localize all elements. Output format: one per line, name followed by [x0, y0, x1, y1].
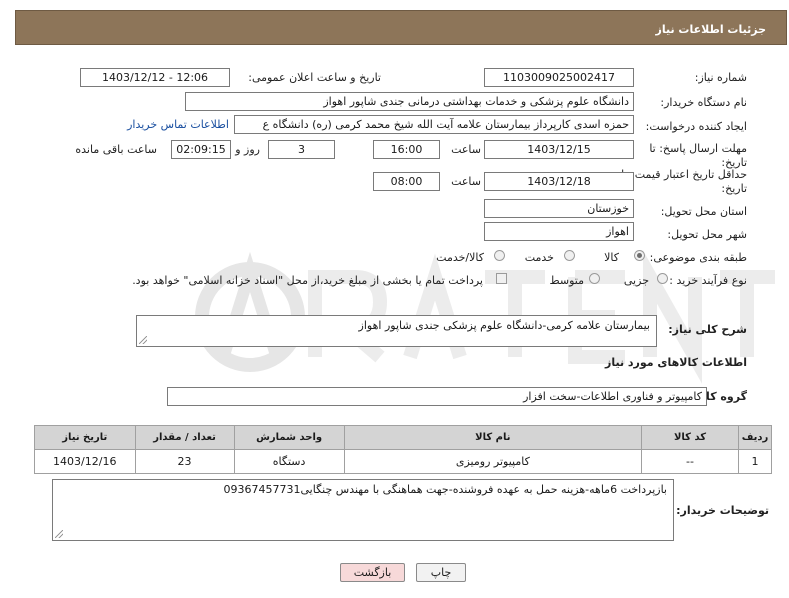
province-field[interactable]: خوزستان: [484, 199, 634, 218]
description-textarea[interactable]: بیمارستان علامه کرمی-دانشگاه علوم پزشکی …: [136, 315, 657, 347]
col-quantity: تعداد / مقدار: [134, 425, 235, 450]
creator-field[interactable]: حمزه اسدی کارپرداز بیمارستان علامه آیت ا…: [234, 115, 634, 134]
province-label: استان محل تحویل:: [660, 205, 747, 218]
cell-goods-code: --: [641, 449, 739, 474]
validity-date-field[interactable]: 1403/12/18: [484, 172, 634, 191]
category-option-goods-service: کالا/خدمت: [436, 251, 484, 264]
treasury-payment-checkbox[interactable]: [496, 273, 507, 284]
description-label: شرح کلی نیاز:: [668, 323, 747, 336]
category-option-service: خدمت: [524, 251, 554, 264]
category-option-goods: کالا: [604, 251, 619, 264]
creator-label: ایجاد کننده درخواست:: [645, 120, 747, 133]
city-field[interactable]: اهواز: [484, 222, 634, 241]
back-button[interactable]: بازگشت: [340, 563, 405, 582]
category-label: طبقه بندی موضوعی:: [649, 251, 747, 264]
col-goods-name: نام کالا: [343, 425, 643, 450]
col-need-date: تاریخ نیاز: [34, 425, 136, 450]
city-label: شهر محل تحویل:: [667, 228, 747, 241]
cell-unit: دستگاه: [233, 449, 345, 474]
validity-time-label: ساعت: [451, 175, 481, 188]
validity-time-field[interactable]: 08:00: [373, 172, 440, 191]
buyer-notes-text: بازپرداخت 6ماهه-هزینه حمل به عهده فروشند…: [223, 483, 667, 496]
goods-table: تاریخ نیاز تعداد / مقدار واحد شمارش نام …: [34, 425, 772, 474]
col-unit: واحد شمارش: [233, 425, 345, 450]
cell-row-index: 1: [738, 449, 772, 474]
need-number-label: شماره نیاز:: [694, 71, 747, 84]
buyer-org-field[interactable]: دانشگاه علوم پزشکی و خدمات بهداشتی درمان…: [185, 92, 634, 111]
deadline-time-field[interactable]: 16:00: [373, 140, 440, 159]
page-title: جزئیات اطلاعات نیاز: [655, 23, 767, 36]
buyer-notes-textarea[interactable]: بازپرداخت 6ماهه-هزینه حمل به عهده فروشند…: [52, 479, 674, 541]
announce-label: تاریخ و ساعت اعلان عمومی:: [248, 71, 381, 84]
buyer-org-label: نام دستگاه خریدار:: [660, 96, 747, 109]
days-label: روز و: [235, 143, 260, 156]
col-row-index: ردیف: [738, 425, 772, 450]
validity-label: حداقل تاریخ اعتبار قیمت: تا تاریخ:: [621, 168, 747, 195]
treasury-payment-note: پرداخت تمام یا بخشی از مبلغ خرید،از محل …: [132, 274, 483, 287]
description-text: بیمارستان علامه کرمی-دانشگاه علوم پزشکی …: [358, 319, 650, 332]
days-field[interactable]: 3: [268, 140, 335, 159]
process-radio-minor[interactable]: [657, 273, 668, 284]
page-header: جزئیات اطلاعات نیاز: [15, 10, 787, 45]
category-radio-goods-service[interactable]: [494, 250, 505, 261]
remaining-label: ساعت باقی مانده: [75, 143, 157, 156]
goods-section-title: اطلاعات کالاهای مورد نیاز: [605, 356, 747, 369]
process-label: نوع فرآیند خرید :: [669, 274, 747, 287]
buyer-notes-label: توضیحات خریدار:: [676, 504, 769, 517]
deadline-time-label: ساعت: [451, 143, 481, 156]
announce-field[interactable]: 1403/12/12 - 12:06: [80, 68, 230, 87]
cell-need-date: 1403/12/16: [34, 449, 136, 474]
category-radio-goods[interactable]: [634, 250, 645, 261]
print-button[interactable]: چاپ: [416, 563, 466, 582]
process-option-medium: متوسط: [549, 274, 584, 287]
cell-goods-name: کامپیوتر رومیزی: [343, 449, 643, 474]
goods-group-field[interactable]: کامپیوتر و فناوری اطلاعات-سخت افزار: [167, 387, 707, 406]
category-radio-service[interactable]: [564, 250, 575, 261]
process-radio-medium[interactable]: [589, 273, 600, 284]
resize-grip-icon[interactable]: [55, 530, 63, 538]
table-row[interactable]: 1403/12/16 23 دستگاه کامپیوتر رومیزی -- …: [34, 449, 772, 474]
deadline-label: مهلت ارسال پاسخ: تا تاریخ:: [649, 142, 747, 169]
col-goods-code: کد کالا: [641, 425, 739, 450]
deadline-date-field[interactable]: 1403/12/15: [484, 140, 634, 159]
goods-table-header: تاریخ نیاز تعداد / مقدار واحد شمارش نام …: [34, 425, 772, 450]
need-number-field[interactable]: 1103009025002417: [484, 68, 634, 87]
cell-quantity: 23: [134, 449, 235, 474]
process-option-minor: جزیی: [623, 274, 649, 287]
resize-grip-icon[interactable]: [139, 336, 147, 344]
remaining-time-field[interactable]: 02:09:15: [171, 140, 231, 159]
buyer-contact-link[interactable]: اطلاعات تماس خریدار: [127, 118, 229, 131]
